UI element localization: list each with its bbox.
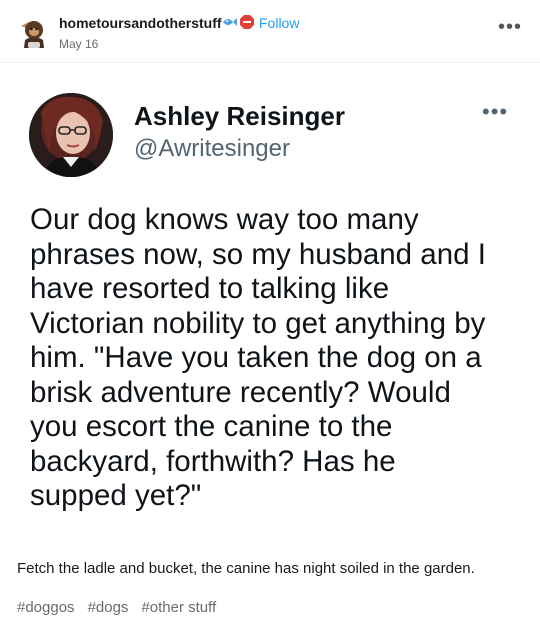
fish-badge-icon	[223, 18, 237, 26]
post-caption: Fetch the ladle and bucket, the canine h…	[17, 560, 475, 577]
follow-button[interactable]: Follow	[259, 15, 299, 31]
tweet-author-avatar	[29, 93, 113, 177]
blog-badges	[222, 15, 254, 29]
profile-photo-icon	[29, 93, 113, 177]
tweet-screenshot: Ashley Reisinger @Awritesinger ••• Our d…	[0, 62, 540, 541]
tag-link[interactable]: #dogs	[88, 599, 129, 616]
more-horizontal-icon[interactable]: •••	[498, 17, 522, 37]
post-header: hometoursandotherstuff Follow May 16 •••	[0, 0, 540, 62]
post-card: hometoursandotherstuff Follow May 16 •••	[0, 0, 540, 632]
tweet-author-name: Ashley Reisinger	[134, 101, 345, 131]
tweet-author-handle: @Awritesinger	[134, 135, 290, 162]
blog-avatar[interactable]	[17, 16, 51, 50]
monkey-avatar-icon	[21, 21, 44, 48]
tag-link[interactable]: #other stuff	[141, 599, 216, 616]
blog-name-link[interactable]: hometoursandotherstuff	[59, 15, 222, 31]
stop-badge-icon	[240, 15, 254, 29]
tweet-more-icon: •••	[482, 99, 509, 124]
tag-link[interactable]: #doggos	[17, 599, 75, 616]
post-tags: #doggos #dogs #other stuff	[17, 599, 216, 616]
tweet-text: Our dog knows way too many phrases now, …	[30, 203, 486, 512]
post-date: May 16	[59, 37, 99, 51]
